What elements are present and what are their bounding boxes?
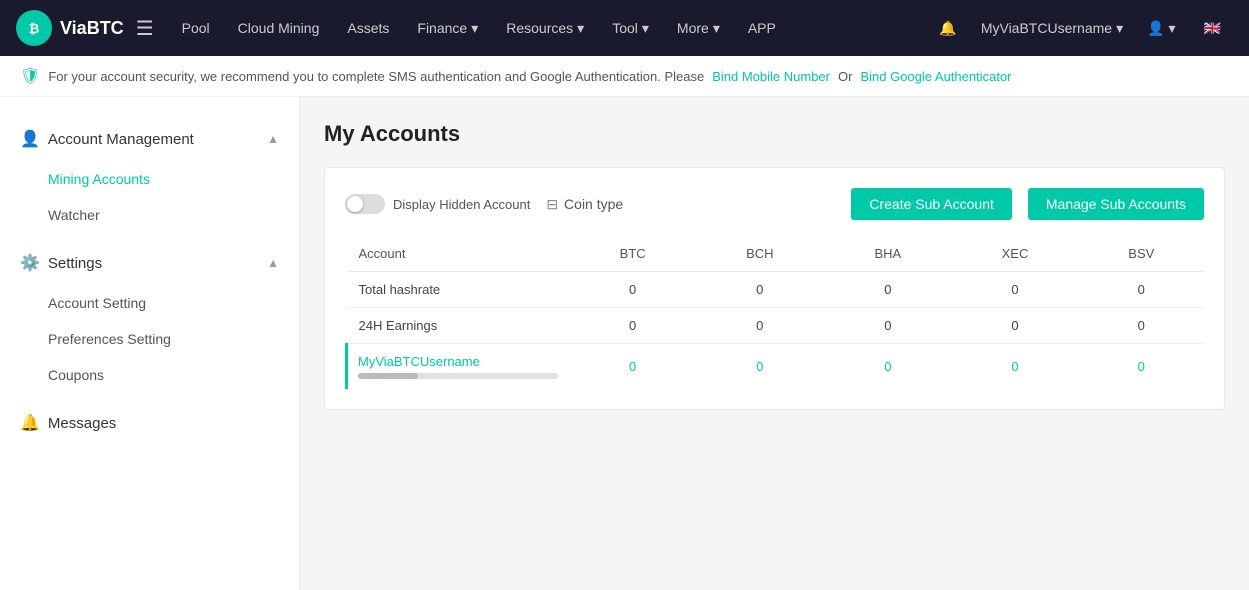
sidebar: 👤 Account Management ▲ Mining Accounts W… (0, 97, 300, 590)
bell-icon: 🔔 (20, 413, 40, 433)
chevron-down-icon: ▾ (642, 20, 649, 37)
col-header-bha: BHA (824, 236, 951, 272)
user-btc: 0 (570, 344, 695, 390)
total-hashrate-btc: 0 (570, 272, 695, 308)
total-hashrate-bha: 0 (824, 272, 951, 308)
nav-item-pool[interactable]: Pool (170, 0, 222, 56)
user-xec: 0 (951, 344, 1078, 390)
col-header-btc: BTC (570, 236, 695, 272)
sidebar-item-preferences-setting[interactable]: Preferences Setting (0, 321, 299, 357)
user-bsv: 0 (1079, 344, 1204, 390)
sidebar-section-header-settings[interactable]: ⚙️ Settings ▲ (0, 241, 299, 285)
user-account-link[interactable]: MyViaBTCUsername (358, 354, 480, 369)
table-row: Total hashrate 0 0 0 0 0 (347, 272, 1205, 308)
logo-text: ViaBTC (60, 18, 124, 39)
table-header-row: Account BTC BCH BHA XEC BSV (347, 236, 1205, 272)
nav-right-area: 🔔 MyViaBTCUsername ▾ 👤 ▾ 🇬🇧 (927, 0, 1233, 56)
bind-google-auth-link[interactable]: Bind Google Authenticator (860, 69, 1011, 84)
sidebar-item-mining-accounts[interactable]: Mining Accounts (0, 161, 299, 197)
toggle-track[interactable] (345, 194, 385, 214)
sidebar-item-coupons[interactable]: Coupons (0, 357, 299, 393)
earnings-bha: 0 (824, 308, 951, 344)
username-dropdown[interactable]: MyViaBTCUsername ▾ (973, 20, 1131, 37)
earnings-btc: 0 (570, 308, 695, 344)
scrollbar[interactable] (358, 373, 558, 379)
accounts-card: Display Hidden Account ⊟ Coin type Creat… (324, 167, 1225, 410)
earnings-bch: 0 (695, 308, 824, 344)
table-row: MyViaBTCUsername 0 0 0 (347, 344, 1205, 390)
page-title: My Accounts (324, 121, 1225, 147)
gear-icon: ⚙️ (20, 253, 40, 273)
earnings-label: 24H Earnings (347, 308, 571, 344)
flag-icon: 🇬🇧 (1204, 20, 1221, 37)
nav-item-assets[interactable]: Assets (335, 0, 401, 56)
user-avatar-button[interactable]: 👤 ▾ (1135, 0, 1187, 56)
col-header-bch: BCH (695, 236, 824, 272)
earnings-bsv: 0 (1079, 308, 1204, 344)
person-icon: 👤 (20, 129, 40, 149)
display-hidden-toggle[interactable]: Display Hidden Account (345, 194, 530, 214)
col-header-account: Account (347, 236, 571, 272)
bind-mobile-link[interactable]: Bind Mobile Number (712, 69, 830, 84)
nav-item-more[interactable]: More ▾ (665, 0, 732, 56)
nav-item-tool[interactable]: Tool ▾ (600, 0, 661, 56)
filter-icon: ⊟ (546, 196, 558, 213)
sidebar-section-header-messages[interactable]: 🔔 Messages (0, 401, 299, 445)
bell-button[interactable]: 🔔 (927, 0, 968, 56)
scrollbar-thumb (358, 373, 418, 379)
chevron-down-icon: ▾ (471, 20, 478, 37)
chevron-down-icon: ▾ (1169, 20, 1176, 37)
user-icon: 👤 (1147, 20, 1164, 37)
security-banner: 🛡 For your account security, we recommen… (0, 56, 1249, 97)
chevron-down-icon: ▾ (577, 20, 584, 37)
chevron-down-icon: ▾ (713, 20, 720, 37)
col-header-bsv: BSV (1079, 236, 1204, 272)
toggle-thumb (347, 196, 363, 212)
total-hashrate-bch: 0 (695, 272, 824, 308)
accounts-toolbar: Display Hidden Account ⊟ Coin type Creat… (345, 188, 1204, 220)
user-bha: 0 (824, 344, 951, 390)
sidebar-section-messages: 🔔 Messages (0, 401, 299, 445)
col-header-xec: XEC (951, 236, 1078, 272)
main-content: My Accounts Display Hidden Account ⊟ Coi… (300, 97, 1249, 590)
nav-item-resources[interactable]: Resources ▾ (494, 0, 596, 56)
total-hashrate-label: Total hashrate (347, 272, 571, 308)
nav-item-cloud-mining[interactable]: Cloud Mining (226, 0, 332, 56)
earnings-xec: 0 (951, 308, 1078, 344)
bell-icon: 🔔 (939, 20, 956, 37)
logo[interactable]: ₿ ViaBTC (16, 10, 124, 46)
nav-item-app[interactable]: APP (736, 0, 788, 56)
table-row: 24H Earnings 0 0 0 0 0 (347, 308, 1205, 344)
user-bch: 0 (695, 344, 824, 390)
sidebar-section-account-management: 👤 Account Management ▲ Mining Accounts W… (0, 117, 299, 233)
total-hashrate-bsv: 0 (1079, 272, 1204, 308)
chevron-up-icon: ▲ (267, 132, 279, 146)
chevron-down-icon: ▾ (1116, 20, 1123, 37)
language-selector[interactable]: 🇬🇧 (1192, 0, 1233, 56)
page-layout: 👤 Account Management ▲ Mining Accounts W… (0, 97, 1249, 590)
logo-icon: ₿ (16, 10, 52, 46)
sidebar-section-header-account[interactable]: 👤 Account Management ▲ (0, 117, 299, 161)
display-hidden-label: Display Hidden Account (393, 197, 530, 212)
coin-type-label: Coin type (564, 196, 623, 212)
accounts-table: Account BTC BCH BHA XEC BSV Total hashra… (345, 236, 1204, 389)
sidebar-item-account-setting[interactable]: Account Setting (0, 285, 299, 321)
top-navigation: ₿ ViaBTC ☰ Pool Cloud Mining Assets Fina… (0, 0, 1249, 56)
shield-icon: 🛡 (20, 66, 40, 86)
sidebar-item-watcher[interactable]: Watcher (0, 197, 299, 233)
sidebar-section-settings: ⚙️ Settings ▲ Account Setting Preference… (0, 241, 299, 393)
user-account-cell: MyViaBTCUsername (347, 344, 571, 390)
coin-type-filter[interactable]: ⊟ Coin type (546, 196, 623, 213)
manage-sub-accounts-button[interactable]: Manage Sub Accounts (1028, 188, 1204, 220)
hamburger-icon[interactable]: ☰ (136, 16, 154, 41)
nav-item-finance[interactable]: Finance ▾ (405, 0, 490, 56)
create-sub-account-button[interactable]: Create Sub Account (851, 188, 1012, 220)
total-hashrate-xec: 0 (951, 272, 1078, 308)
chevron-up-icon: ▲ (267, 256, 279, 270)
